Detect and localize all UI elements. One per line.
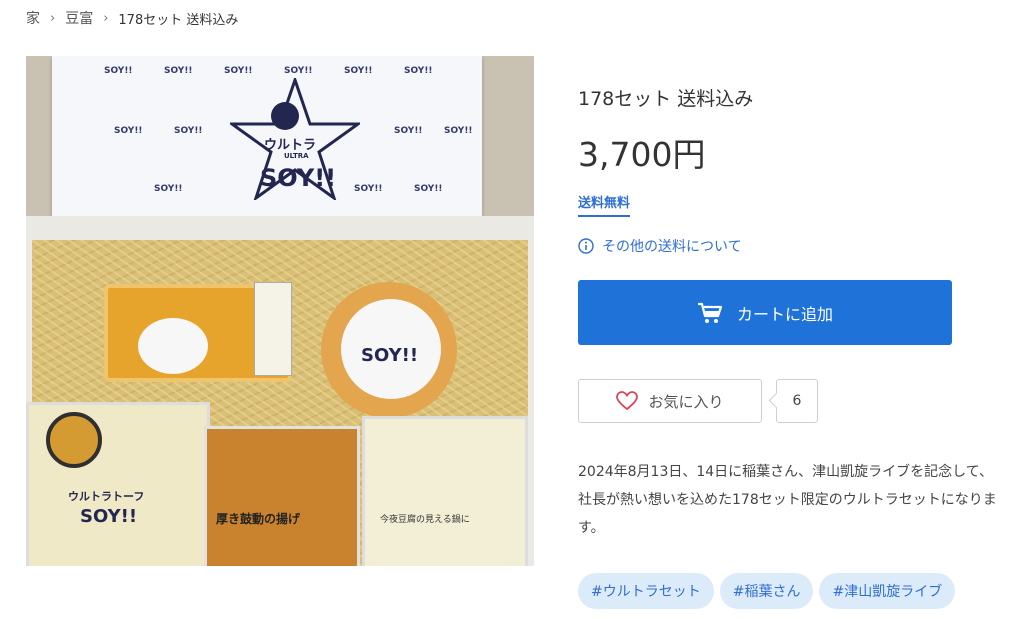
lid-pattern-logo: SOY!! bbox=[444, 126, 473, 136]
breadcrumb: 家 › 豆富 › 178セット 送料込み bbox=[26, 8, 238, 28]
favorite-label: お気に入り bbox=[648, 392, 724, 411]
cake-logo-label bbox=[138, 318, 208, 374]
add-to-cart-button[interactable]: カートに追加 bbox=[578, 280, 952, 345]
lid-brand-sub: ULTRA bbox=[284, 152, 309, 160]
round-cake-logo: SOY!! bbox=[361, 345, 419, 366]
lid-pattern-logo: SOY!! bbox=[344, 66, 373, 76]
lid-pattern-logo: SOY!! bbox=[104, 66, 133, 76]
product-title: 178セット 送料込み bbox=[578, 88, 754, 110]
breadcrumb-category[interactable]: 豆富 bbox=[65, 8, 93, 28]
product-price: 3,700円 bbox=[578, 135, 706, 174]
cart-icon bbox=[697, 302, 723, 323]
breadcrumb-separator: › bbox=[103, 10, 109, 26]
breadcrumb-separator: › bbox=[50, 10, 56, 26]
lid-pattern-logo: SOY!! bbox=[114, 126, 143, 136]
lid-pattern-logo: SOY!! bbox=[284, 66, 313, 76]
tag-inaba[interactable]: #稲葉さん bbox=[719, 573, 814, 609]
heart-icon bbox=[616, 391, 639, 411]
tofu-pack bbox=[362, 416, 528, 566]
lid-pattern-logo: SOY!! bbox=[404, 66, 433, 76]
tofu-pack-label: 今夜豆腐の見える鍋に bbox=[380, 515, 470, 525]
tag-list: #ウルトラセット #稲葉さん #津山凱旋ライブ bbox=[578, 573, 956, 609]
product-image[interactable]: ウルトラ ULTRA SOY!! SOY!! SOY!! SOY!! SOY!!… bbox=[26, 56, 534, 566]
breadcrumb-current: 178セット 送料込み bbox=[118, 12, 239, 28]
tag-ultra-set[interactable]: #ウルトラセット bbox=[578, 573, 714, 609]
fried-tofu-pack bbox=[204, 426, 360, 566]
other-shipping-label: その他の送料について bbox=[602, 239, 742, 255]
favorite-button[interactable]: お気に入り bbox=[578, 379, 762, 423]
tofu-brand: ウルトラトーフ bbox=[68, 490, 145, 503]
tofu-logo: SOY!! bbox=[80, 506, 138, 527]
cake-note-card bbox=[254, 282, 292, 376]
add-to-cart-label: カートに追加 bbox=[736, 304, 833, 324]
lid-pattern-logo: SOY!! bbox=[394, 126, 423, 136]
breadcrumb-home[interactable]: 家 bbox=[26, 8, 40, 28]
lid-pattern-logo: SOY!! bbox=[154, 184, 183, 194]
box-lid: ウルトラ ULTRA SOY!! SOY!! SOY!! SOY!! SOY!!… bbox=[52, 56, 482, 216]
tag-tsuyama-live[interactable]: #津山凱旋ライブ bbox=[819, 573, 956, 609]
lid-logo: SOY!! bbox=[260, 164, 337, 192]
round-cake-label: SOY!! bbox=[341, 299, 441, 399]
fried-tofu-label: 厚き鼓動の揚げ bbox=[216, 512, 301, 526]
gold-medal-icon bbox=[46, 412, 102, 468]
tofu-brand-label: ウルトラトーフ SOY!! bbox=[68, 468, 164, 540]
lid-pattern-logo: SOY!! bbox=[224, 66, 253, 76]
product-description: 2024年8月13日、14日に稲葉さん、津山凱旋ライブを記念して、社長が熱い想い… bbox=[578, 464, 997, 536]
lid-pattern-logo: SOY!! bbox=[174, 126, 203, 136]
lid-pattern-logo: SOY!! bbox=[354, 184, 383, 194]
other-shipping-link[interactable]: その他の送料について bbox=[578, 236, 742, 256]
info-circle-icon bbox=[578, 238, 594, 254]
lid-pattern-logo: SOY!! bbox=[164, 66, 193, 76]
lid-brand: ウルトラ bbox=[264, 138, 317, 153]
favorite-count: 6 bbox=[776, 379, 818, 423]
free-shipping-badge[interactable]: 送料無料 bbox=[578, 192, 631, 217]
lid-pattern-logo: SOY!! bbox=[414, 184, 443, 194]
